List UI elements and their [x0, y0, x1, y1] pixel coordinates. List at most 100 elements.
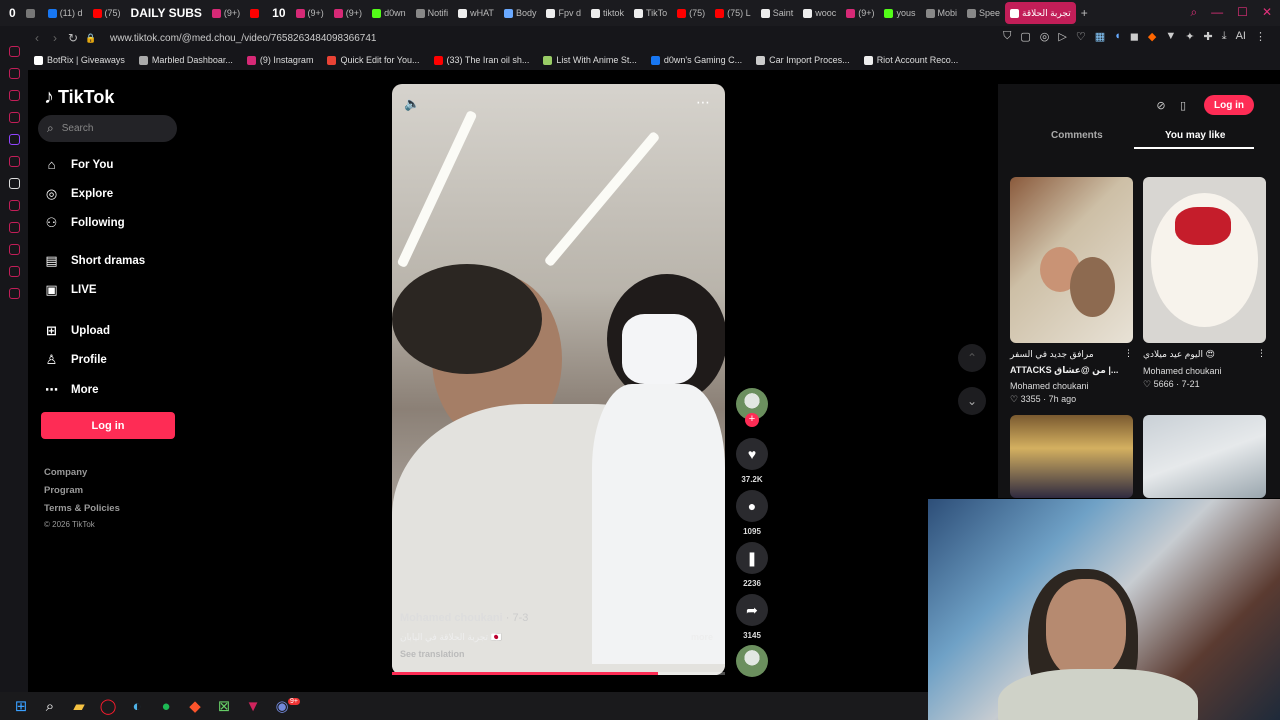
- brave-icon[interactable]: ◆: [186, 697, 204, 715]
- snapshot-icon[interactable]: ▢: [1020, 30, 1030, 43]
- bookmark-icon[interactable]: ❚: [736, 542, 768, 574]
- windows-icon[interactable]: ⊞: [12, 697, 30, 715]
- like-action[interactable]: ♥ 37.2K: [736, 438, 768, 484]
- video-thumbnail[interactable]: [1143, 415, 1266, 498]
- folder-icon[interactable]: ▰: [70, 697, 88, 715]
- sidebar-item-more[interactable]: ⋯ More: [44, 382, 98, 397]
- browser-tab[interactable]: (9+): [291, 2, 329, 24]
- share-icon[interactable]: ➦: [736, 594, 768, 626]
- browser-tab[interactable]: wooc: [798, 2, 841, 24]
- ai-icon[interactable]: AI: [1236, 30, 1246, 43]
- browser-tab[interactable]: 10: [267, 2, 290, 24]
- menu-icon[interactable]: ⋮: [1255, 30, 1266, 43]
- music-disc-icon[interactable]: [736, 645, 768, 677]
- minimize-icon[interactable]: —: [1211, 5, 1223, 20]
- browser-tab[interactable]: d0wn: [367, 2, 411, 24]
- browser-tab[interactable]: (75): [672, 2, 710, 24]
- browser-tab[interactable]: (9+): [207, 2, 245, 24]
- browser-tab[interactable]: wHAT: [453, 2, 499, 24]
- card-author[interactable]: Mohamed choukani: [1010, 381, 1089, 391]
- sidebar-item-live[interactable]: ▣ LIVE: [44, 282, 96, 297]
- sidebar-item-for-you[interactable]: ⌂ For You: [44, 157, 114, 172]
- browser-tab[interactable]: (9+): [841, 2, 879, 24]
- browser-tab[interactable]: tiktok: [586, 2, 629, 24]
- creator-avatar[interactable]: +: [736, 388, 768, 427]
- sidebar-item-upload[interactable]: ⊞ Upload: [44, 323, 110, 338]
- search-icon[interactable]: ⌕: [41, 697, 59, 715]
- card-menu-icon[interactable]: ⋮: [1124, 348, 1133, 359]
- video-thumbnail[interactable]: [1010, 415, 1133, 498]
- tiktok-logo[interactable]: ♪ TikTok: [44, 86, 114, 109]
- audio-icon[interactable]: ◖: [1114, 30, 1121, 43]
- browser-tab[interactable]: (75) L: [710, 2, 756, 24]
- download-icon[interactable]: ⤓: [1222, 30, 1227, 43]
- filter-icon[interactable]: ▼: [1165, 30, 1176, 43]
- forward-icon[interactable]: ›: [46, 31, 64, 45]
- sidebar-icon[interactable]: [8, 156, 20, 167]
- sync-icon[interactable]: ✦: [1185, 30, 1194, 43]
- bookmark-item[interactable]: Riot Account Reco...: [863, 55, 958, 65]
- bookmark-item[interactable]: Car Import Proces...: [756, 55, 850, 65]
- sidebar-icon[interactable]: [8, 200, 20, 211]
- browser-tab[interactable]: Spee: [962, 2, 1005, 24]
- login-button[interactable]: Log in: [41, 412, 175, 439]
- heart-icon[interactable]: ♡: [1076, 30, 1086, 43]
- twitch-icon[interactable]: [8, 134, 20, 145]
- edge-icon[interactable]: ◐: [128, 697, 146, 715]
- sidebar-item-short-dramas[interactable]: ▤ Short dramas: [44, 253, 145, 268]
- sidebar-icon[interactable]: [8, 244, 20, 255]
- sidebar-item-explore[interactable]: ◎ Explore: [44, 186, 113, 201]
- video-author[interactable]: Mohamed choukani: [400, 612, 503, 624]
- sidebar-item-following[interactable]: ⚇ Following: [44, 215, 125, 230]
- tab-comments[interactable]: Comments: [1051, 130, 1103, 141]
- camera-icon[interactable]: ◎: [1040, 30, 1050, 43]
- follow-plus-icon[interactable]: +: [745, 413, 759, 427]
- sidebar-icon[interactable]: [8, 90, 20, 101]
- browser-tab[interactable]: yous: [879, 2, 920, 24]
- reload-icon[interactable]: ↻: [64, 31, 82, 45]
- sidebar-icon[interactable]: [8, 266, 20, 277]
- login-button[interactable]: Log in: [1204, 95, 1254, 115]
- browser-tab[interactable]: Saint: [756, 2, 799, 24]
- bookmark-item[interactable]: d0wn's Gaming C...: [650, 55, 742, 65]
- app-icon[interactable]: ▼: [244, 697, 262, 715]
- volume-icon[interactable]: 🔈: [404, 96, 420, 112]
- sidebar-icon[interactable]: [8, 112, 20, 123]
- browser-tab[interactable]: (9+): [329, 2, 367, 24]
- comment-action[interactable]: ● 1095: [736, 490, 768, 536]
- vpn-icon[interactable]: ▦: [1095, 30, 1105, 43]
- bookmark-item[interactable]: Quick Edit for You...: [327, 55, 420, 65]
- search-icon[interactable]: ⌕: [1190, 5, 1197, 20]
- browser-tab[interactable]: Notifi: [411, 2, 454, 24]
- video-thumbnail[interactable]: [1010, 177, 1133, 343]
- bookmark-item[interactable]: BotRix | Giveaways: [34, 55, 125, 65]
- card-menu-icon[interactable]: ⋮: [1257, 348, 1266, 359]
- browser-tab[interactable]: (75): [88, 2, 126, 24]
- sidebar-icon[interactable]: [8, 68, 20, 79]
- video-player[interactable]: 🔈 ⋯: [392, 84, 725, 675]
- back-icon[interactable]: ‹: [28, 31, 46, 45]
- more-options-icon[interactable]: ⋯: [696, 94, 710, 111]
- video-thumbnail[interactable]: [1143, 177, 1266, 343]
- new-tab-button[interactable]: +: [1076, 2, 1093, 24]
- bookmark-item[interactable]: (9) Instagram: [246, 55, 313, 65]
- opera-icon[interactable]: ◯: [99, 697, 117, 715]
- browser-tab[interactable]: [21, 2, 43, 24]
- card-author[interactable]: Mohamed choukani: [1143, 366, 1222, 376]
- share-action[interactable]: ➦ 3145: [736, 594, 768, 640]
- bookmark-icon[interactable]: ⛉: [1003, 30, 1011, 43]
- extension-icon[interactable]: ◼: [1130, 30, 1139, 43]
- browser-tab[interactable]: Mobi: [921, 2, 963, 24]
- card-subtitle[interactable]: ATTACKS ‏من @عشاق |...: [1010, 365, 1130, 376]
- browser-tab[interactable]: [245, 2, 267, 24]
- browser-tab[interactable]: (11) d: [43, 2, 88, 24]
- phone-icon[interactable]: ▯: [1172, 94, 1194, 116]
- browser-tab[interactable]: تجربة الحلاقة: [1005, 2, 1076, 24]
- previous-video-button[interactable]: ⌃: [958, 344, 986, 372]
- play-icon[interactable]: ▷: [1058, 30, 1066, 43]
- bookmark-item[interactable]: List With Anime St...: [543, 55, 637, 65]
- spotify-icon[interactable]: ●: [157, 697, 175, 715]
- browser-tab[interactable]: DAILY SUBS: [126, 2, 207, 24]
- more-link[interactable]: more: [691, 632, 713, 643]
- browser-tab[interactable]: Body: [499, 2, 542, 24]
